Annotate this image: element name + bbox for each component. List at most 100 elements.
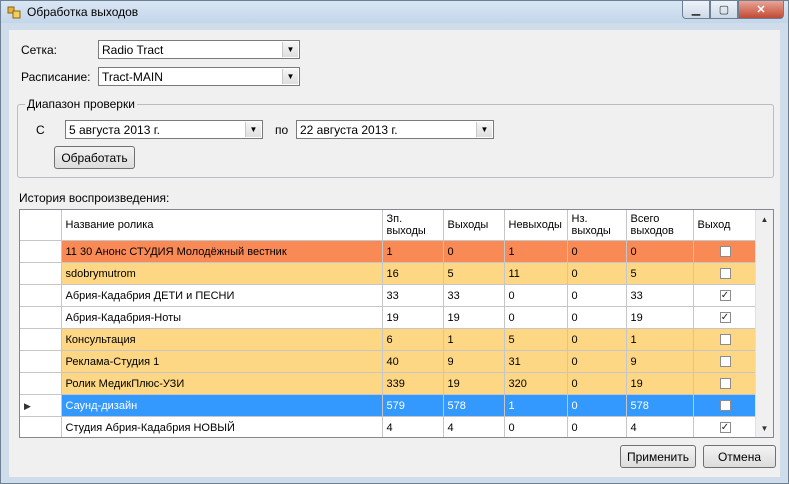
cell-nz[interactable]: 0 — [567, 328, 627, 351]
cell-zp[interactable]: 16 — [382, 262, 444, 285]
cell-notout[interactable]: 31 — [504, 350, 568, 373]
cell-nz[interactable]: 0 — [567, 262, 627, 285]
row-header[interactable] — [20, 262, 62, 285]
col-header-notout[interactable]: Невыходы — [504, 210, 568, 241]
table-row[interactable]: Реклама-Студия 1 40 9 31 0 9 — [20, 350, 758, 373]
cell-name[interactable]: Консультация — [61, 328, 383, 351]
cell-out[interactable]: 33 — [443, 284, 505, 307]
cell-out[interactable]: 19 — [443, 306, 505, 329]
checkbox-unchecked[interactable] — [719, 400, 731, 411]
cancel-button[interactable]: Отмена — [703, 445, 776, 468]
cell-out[interactable]: 19 — [443, 372, 505, 395]
col-header-out[interactable]: Выходы — [443, 210, 505, 241]
close-icon[interactable]: ✕ — [738, 1, 784, 19]
cell-nz[interactable]: 0 — [567, 350, 627, 373]
to-date-picker[interactable]: 22 августа 2013 г. ▼ — [296, 120, 494, 139]
cell-name[interactable]: Абрия-Кадабрия-Ноты — [61, 306, 383, 329]
checkbox-unchecked[interactable] — [719, 356, 731, 367]
cell-notout[interactable]: 0 — [504, 416, 568, 437]
col-header-name[interactable]: Название ролика — [61, 210, 383, 241]
cell-out[interactable]: 0 — [443, 240, 505, 263]
chevron-down-icon[interactable]: ▼ — [476, 122, 492, 137]
cell-total[interactable]: 0 — [626, 240, 694, 263]
cell-output-checkbox[interactable]: ✓ — [693, 284, 758, 307]
title-bar[interactable]: Обработка выходов ▁ ▢ ✕ — [1, 1, 788, 23]
cell-notout[interactable]: 1 — [504, 240, 568, 263]
cell-zp[interactable]: 33 — [382, 284, 444, 307]
cell-nz[interactable]: 0 — [567, 306, 627, 329]
cell-zp[interactable]: 19 — [382, 306, 444, 329]
cell-name[interactable]: Реклама-Студия 1 — [61, 350, 383, 373]
table-row[interactable]: Студия Абрия-Кадабрия НОВЫЙ 4 4 0 0 4 ✓ — [20, 416, 758, 437]
checkbox-unchecked[interactable] — [719, 268, 731, 279]
checkbox-checked[interactable]: ✓ — [719, 422, 731, 433]
row-header[interactable] — [20, 240, 62, 263]
minimize-icon[interactable]: ▁ — [682, 1, 710, 19]
chevron-down-icon[interactable]: ▼ — [282, 69, 298, 84]
cell-name[interactable]: 11 30 Анонс СТУДИЯ Молодёжный вестник — [61, 240, 383, 263]
cell-zp[interactable]: 4 — [382, 416, 444, 437]
cell-notout[interactable]: 5 — [504, 328, 568, 351]
cell-notout[interactable]: 0 — [504, 284, 568, 307]
cell-total[interactable]: 1 — [626, 328, 694, 351]
row-header[interactable] — [20, 306, 62, 329]
table-row[interactable]: Абрия-Кадабрия ДЕТИ и ПЕСНИ 33 33 0 0 33 ✓ — [20, 284, 758, 307]
checkbox-checked[interactable]: ✓ — [719, 290, 731, 301]
checkbox-unchecked[interactable] — [719, 334, 731, 345]
row-header[interactable] — [20, 416, 62, 437]
row-header[interactable]: ▶ — [20, 394, 62, 417]
setka-select[interactable]: Radio Tract ▼ — [98, 40, 300, 59]
process-button[interactable]: Обработать — [54, 146, 135, 169]
cell-notout[interactable]: 0 — [504, 306, 568, 329]
scroll-down-icon[interactable]: ▼ — [757, 420, 772, 436]
cell-nz[interactable]: 0 — [567, 240, 627, 263]
cell-output-checkbox[interactable]: ✓ — [693, 306, 758, 329]
cell-out[interactable]: 1 — [443, 328, 505, 351]
cell-nz[interactable]: 0 — [567, 372, 627, 395]
cell-name[interactable]: Абрия-Кадабрия ДЕТИ и ПЕСНИ — [61, 284, 383, 307]
table-row[interactable]: Абрия-Кадабрия-Ноты 19 19 0 0 19 ✓ — [20, 306, 758, 329]
cell-zp[interactable]: 1 — [382, 240, 444, 263]
table-row[interactable]: Консультация 6 1 5 0 1 — [20, 328, 758, 351]
vertical-scrollbar[interactable]: ▲ ▼ — [755, 210, 773, 437]
row-header[interactable] — [20, 328, 62, 351]
cell-zp[interactable]: 6 — [382, 328, 444, 351]
cell-total[interactable]: 578 — [626, 394, 694, 417]
cell-name[interactable]: Ролик МедикПлюс-УЗИ — [61, 372, 383, 395]
cell-out[interactable]: 5 — [443, 262, 505, 285]
cell-output-checkbox[interactable] — [693, 240, 758, 263]
cell-zp[interactable]: 339 — [382, 372, 444, 395]
cell-name[interactable]: sdobrymutrom — [61, 262, 383, 285]
checkbox-unchecked[interactable] — [719, 378, 731, 389]
col-header-nz[interactable]: Нз. выходы — [567, 210, 627, 241]
table-row[interactable]: sdobrymutrom 16 5 11 0 5 — [20, 262, 758, 285]
cell-total[interactable]: 19 — [626, 306, 694, 329]
cell-output-checkbox[interactable]: ✓ — [693, 416, 758, 437]
col-header-zp[interactable]: Зп. выходы — [382, 210, 444, 241]
scroll-up-icon[interactable]: ▲ — [757, 211, 772, 227]
cell-nz[interactable]: 0 — [567, 416, 627, 437]
row-header[interactable] — [20, 372, 62, 395]
history-grid[interactable]: Название ролика Зп. выходы Выходы Невыхо… — [19, 209, 774, 438]
checkbox-unchecked[interactable] — [719, 246, 731, 257]
cell-total[interactable]: 9 — [626, 350, 694, 373]
cell-notout[interactable]: 1 — [504, 394, 568, 417]
col-header-checkbox[interactable]: Выход — [693, 210, 758, 241]
table-row[interactable]: 11 30 Анонс СТУДИЯ Молодёжный вестник 1 0 1… — [20, 240, 758, 263]
from-date-picker[interactable]: 5 августа 2013 г. ▼ — [65, 120, 263, 139]
table-row[interactable]: Ролик МедикПлюс-УЗИ 339 19 320 0 19 — [20, 372, 758, 395]
cell-total[interactable]: 19 — [626, 372, 694, 395]
cell-name[interactable]: Саунд-дизайн — [61, 394, 383, 417]
cell-notout[interactable]: 11 — [504, 262, 568, 285]
apply-button[interactable]: Применить — [620, 445, 696, 468]
checkbox-checked[interactable]: ✓ — [719, 312, 731, 323]
maximize-icon[interactable]: ▢ — [710, 1, 738, 19]
cell-zp[interactable]: 579 — [382, 394, 444, 417]
raspisanie-select[interactable]: Tract-MAIN ▼ — [98, 67, 300, 86]
row-header[interactable] — [20, 350, 62, 373]
cell-out[interactable]: 578 — [443, 394, 505, 417]
cell-notout[interactable]: 320 — [504, 372, 568, 395]
cell-out[interactable]: 4 — [443, 416, 505, 437]
cell-zp[interactable]: 40 — [382, 350, 444, 373]
cell-total[interactable]: 5 — [626, 262, 694, 285]
